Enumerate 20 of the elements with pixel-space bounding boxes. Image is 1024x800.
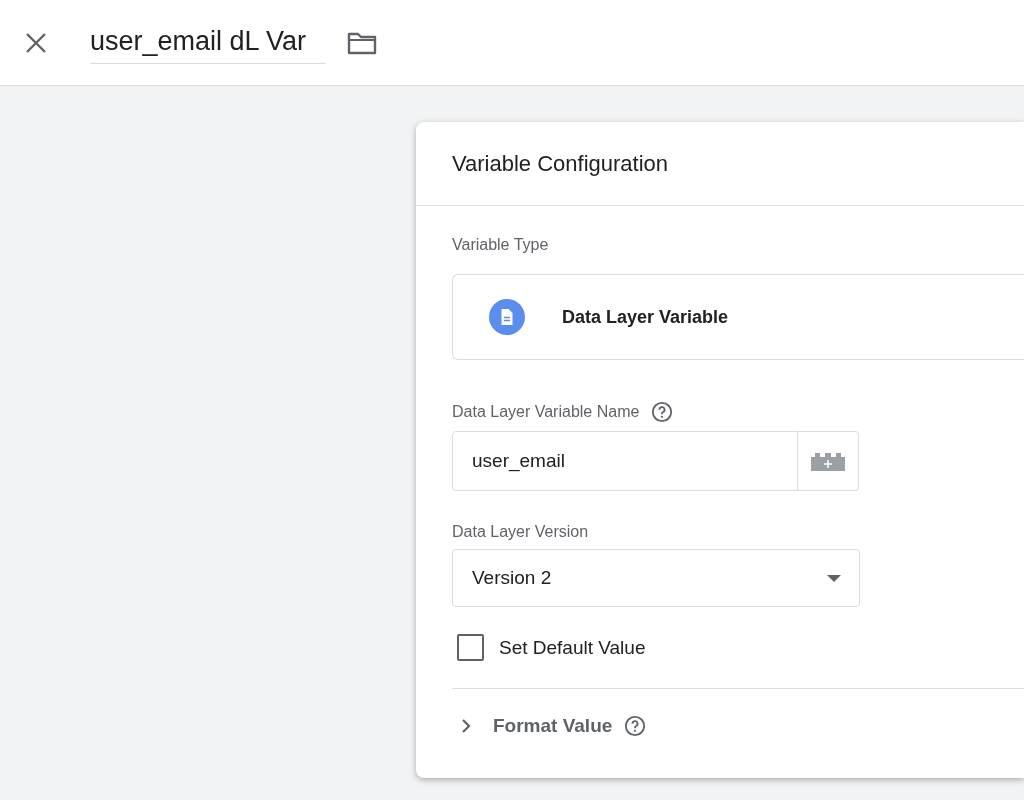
brick-plus-icon: [811, 451, 845, 471]
field-label: Data Layer Version: [452, 523, 590, 541]
variable-type-name: Data Layer Variable: [562, 306, 729, 328]
variable-type-card[interactable]: Data Layer Variable: [452, 274, 1024, 360]
help-icon[interactable]: [651, 401, 674, 423]
variable-name-field[interactable]: user_email: [452, 431, 798, 491]
field-label: Variable Type: [452, 236, 550, 254]
version-dropdown[interactable]: Version 2: [452, 549, 860, 607]
checkbox-label: Set Default Value: [499, 636, 646, 659]
variable-picker-button[interactable]: [798, 431, 859, 491]
title-field[interactable]: user_email dL Var: [90, 21, 326, 64]
dropdown-value: Version 2: [472, 567, 552, 589]
format-value-toggle[interactable]: Format Value: [460, 715, 613, 737]
dropdown-caret-icon: [827, 574, 841, 582]
document-icon: [489, 299, 525, 335]
help-icon[interactable]: [624, 715, 647, 737]
card-title: Variable Configuration: [452, 150, 669, 177]
chevron-icon: [460, 719, 472, 733]
field-label: Data Layer Variable Name: [452, 403, 640, 421]
checkbox[interactable]: [457, 634, 484, 661]
